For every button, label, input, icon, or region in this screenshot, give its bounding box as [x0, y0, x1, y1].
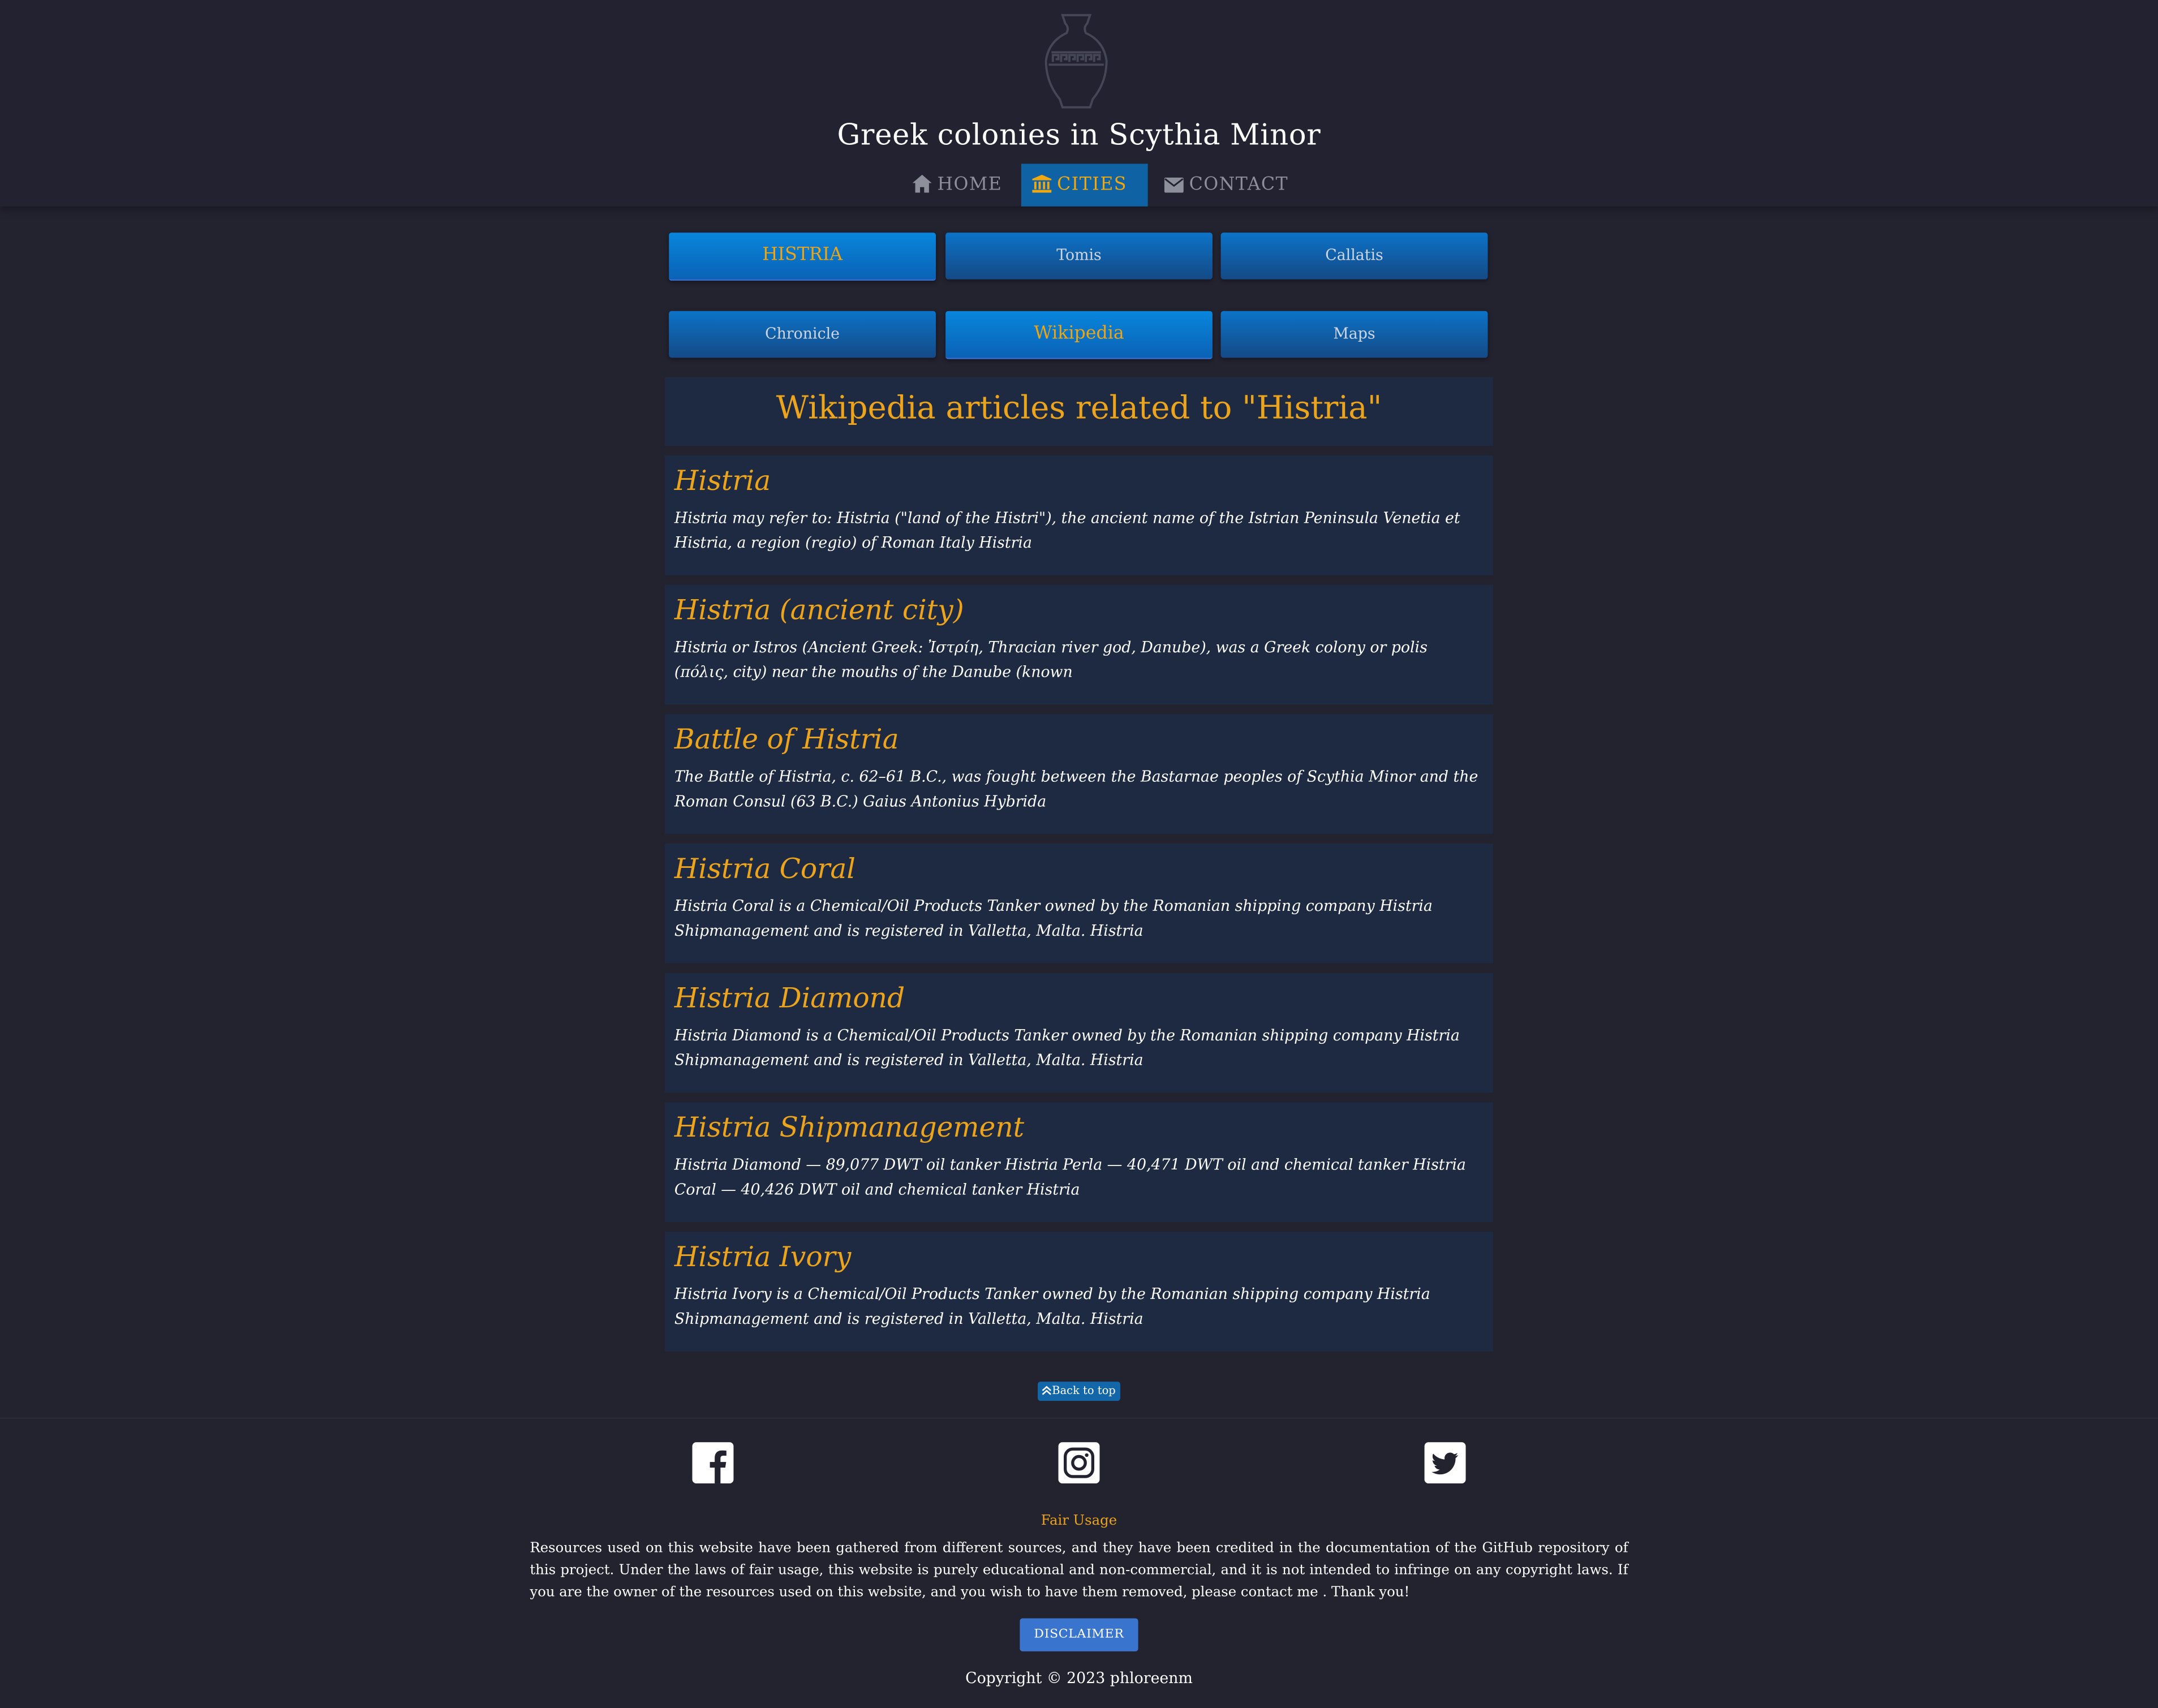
copyright: Copyright © 2023 phloreenm: [965, 1669, 1193, 1688]
site-title: Greek colonies in Scythia Minor: [837, 118, 1321, 152]
double-chevron-up-icon: [1042, 1385, 1052, 1395]
site-header: Greek colonies in Scythia Minor HOME CIT…: [0, 0, 2158, 206]
article-snippet: Histria Ivory is a Chemical/Oil Products…: [674, 1285, 1430, 1328]
article-title[interactable]: Battle of Histria: [674, 721, 1484, 757]
article-snippet: Histria Diamond is a Chemical/Oil Produc…: [674, 1026, 1460, 1069]
museum-icon: [1032, 174, 1052, 193]
main-nav: HOME CITIES CONTACT: [0, 164, 2158, 206]
nav-contact-label: CONTACT: [1189, 174, 1289, 196]
article-snippet: Histria may refer to: Histria ("land of …: [674, 509, 1460, 552]
nav-cities[interactable]: CITIES: [1021, 164, 1148, 206]
amphora-logo-icon: [1044, 14, 1108, 109]
tab-callatis[interactable]: Callatis: [1220, 233, 1488, 279]
fair-usage-title: Fair Usage: [1041, 1513, 1117, 1529]
disclaimer-button[interactable]: DISCLAIMER: [1020, 1618, 1138, 1651]
twitter-icon[interactable]: [1424, 1442, 1466, 1484]
page: Greek colonies in Scythia Minor HOME CIT…: [0, 0, 2158, 1708]
nav-home[interactable]: HOME: [901, 164, 1014, 206]
site-footer: Fair Usage Resources used on this websit…: [0, 1417, 2158, 1708]
article-card: Histria Diamond Histria Diamond is a Che…: [664, 973, 1494, 1093]
article-title[interactable]: Histria Ivory: [674, 1238, 1484, 1274]
nav-contact[interactable]: CONTACT: [1153, 164, 1288, 206]
article-title[interactable]: Histria Coral: [674, 850, 1484, 886]
article-snippet: The Battle of Histria, c. 62–61 B.C., wa…: [674, 768, 1478, 811]
article-title[interactable]: Histria: [674, 462, 1484, 498]
envelope-icon: [1164, 177, 1184, 193]
article-title[interactable]: Histria (ancient city): [674, 592, 1484, 627]
article-card: Histria Ivory Histria Ivory is a Chemica…: [664, 1231, 1494, 1352]
nav-home-label: HOME: [937, 174, 1003, 196]
tab-wikipedia[interactable]: Wikipedia: [945, 311, 1213, 359]
tab-maps[interactable]: Maps: [1220, 311, 1488, 358]
facebook-icon[interactable]: [692, 1442, 734, 1484]
article-card: Histria Coral Histria Coral is a Chemica…: [664, 844, 1494, 963]
article-card: Histria Shipmanagement Histria Diamond —…: [664, 1102, 1494, 1222]
article-card: Histria (ancient city) Histria or Istros…: [664, 584, 1494, 705]
tab-chronicle[interactable]: Chronicle: [669, 311, 936, 358]
article-snippet: Histria or Istros (Ancient Greek: Ἰστρίη…: [674, 638, 1428, 682]
home-icon: [912, 174, 932, 193]
back-to-top-button[interactable]: Back to top: [1038, 1382, 1120, 1401]
article-card: Histria Histria may refer to: Histria ("…: [664, 455, 1494, 575]
article-title[interactable]: Histria Shipmanagement: [674, 1109, 1484, 1145]
tab-histria[interactable]: HISTRIA: [669, 233, 936, 281]
article-card: Battle of Histria The Battle of Histria,…: [664, 714, 1494, 834]
tab-tomis[interactable]: Tomis: [945, 233, 1213, 279]
article-snippet: Histria Coral is a Chemical/Oil Products…: [674, 897, 1433, 940]
instagram-icon[interactable]: [1058, 1442, 1100, 1484]
nav-cities-label: CITIES: [1057, 174, 1127, 196]
back-to-top-label: Back to top: [1052, 1384, 1116, 1397]
wiki-heading: Wikipedia articles related to "Histria": [664, 377, 1494, 446]
article-snippet: Histria Diamond — 89,077 DWT oil tanker …: [674, 1156, 1466, 1199]
article-title[interactable]: Histria Diamond: [674, 980, 1484, 1016]
fair-usage-text: Resources used on this website have been…: [530, 1541, 1628, 1601]
